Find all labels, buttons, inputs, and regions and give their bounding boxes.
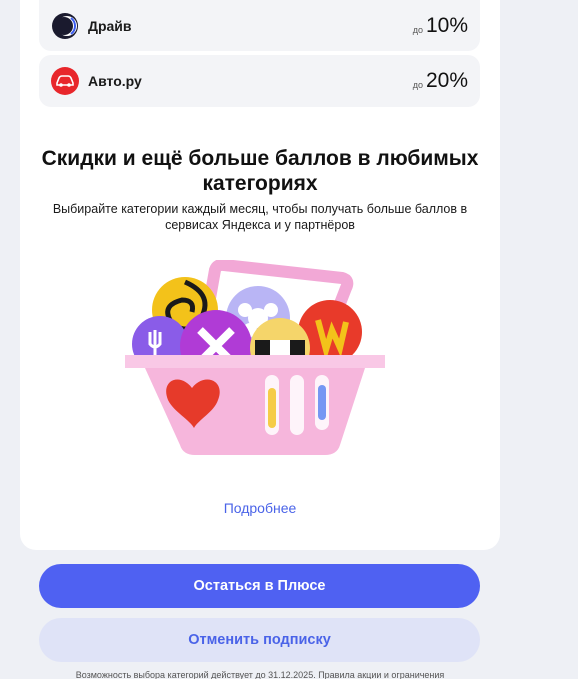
stay-in-plus-button[interactable]: Остаться в Плюсе — [39, 564, 480, 608]
more-details-link[interactable]: Подробнее — [160, 500, 360, 516]
autoru-logo-icon — [51, 67, 79, 95]
partner-name: Авто.ру — [88, 73, 142, 89]
footnote: Возможность выбора категорий действует д… — [75, 670, 445, 679]
drive-logo-icon — [51, 12, 79, 40]
promo-subtitle: Выбирайте категории каждый месяц, чтобы … — [52, 202, 468, 232]
partner-prefix: до — [412, 24, 423, 35]
partner-row-drive: Драйв до 10% — [39, 0, 480, 51]
partner-name: Драйв — [88, 17, 132, 34]
partner-prefix: до — [412, 80, 423, 90]
partner-value: 20% — [425, 69, 468, 92]
partner-row-autoru: Авто.ру до 20% — [39, 55, 480, 107]
promo-title: Скидки и ещё больше баллов в любимых кат… — [41, 147, 479, 195]
cancel-subscription-button[interactable]: Отменить подписку — [39, 618, 480, 662]
partner-value: 10% — [425, 13, 468, 37]
basket-illustration — [120, 258, 390, 460]
